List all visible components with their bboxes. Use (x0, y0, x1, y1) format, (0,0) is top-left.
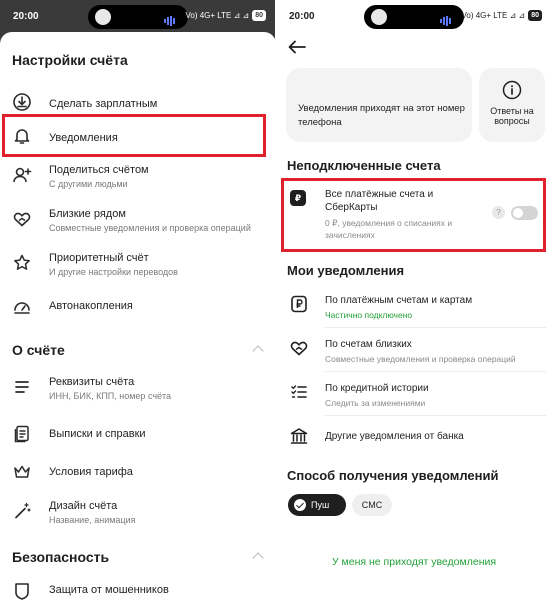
menu-item-label: Выписки и справки (49, 428, 146, 440)
magic-wand-icon (15, 502, 31, 519)
section-title-about: О счёте (12, 342, 65, 358)
menu-item-label: Автонакопления (49, 300, 133, 312)
menu-item-subtitle: ИНН, БИК, КПП, номер счёта (49, 391, 172, 401)
notifications-screen: 20:00 Vo) 4G+ LTE ⊿ ⊿ 80 Уведомления при… (276, 0, 552, 600)
status-time: 20:00 (13, 11, 39, 22)
notification-item-close-people[interactable]: По счетам близких Совместные уведомления… (276, 334, 552, 372)
row-separator (325, 415, 546, 416)
notification-label: По платёжным счетам и картам (325, 295, 473, 306)
menu-item-subtitle: Совместные уведомления и проверка операц… (49, 223, 251, 233)
method-push-label: Пуш (311, 500, 330, 510)
info-icon (502, 80, 522, 100)
crown-icon (14, 465, 30, 478)
notification-subtitle: Следить за изменениями (325, 398, 426, 408)
menu-item-subtitle: И другие настройки переводов (49, 267, 178, 277)
heart-hands-icon (290, 341, 308, 356)
row-separator (325, 327, 546, 328)
status-time: 20:00 (289, 11, 315, 22)
menu-item-label: Приоритетный счёт (49, 252, 149, 264)
method-sms-label: СМС (361, 500, 383, 510)
menu-item-label: Дизайн счёта (49, 500, 118, 512)
dynamic-island (364, 5, 464, 29)
notification-label: По кредитной истории (325, 383, 429, 394)
notification-item-credit-history[interactable]: По кредитной истории Следить за изменени… (276, 378, 552, 416)
menu-item-label: Сделать зарплатным (49, 98, 158, 110)
chevron-up-icon[interactable] (252, 345, 264, 357)
audio-wave-icon (164, 12, 178, 26)
camera-icon (95, 9, 111, 25)
heart-hands-icon (13, 212, 31, 227)
faq-card[interactable]: Ответы на вопросы (479, 68, 545, 142)
section-title-my-notifications: Мои уведомления (287, 263, 405, 278)
checklist-icon (291, 385, 307, 398)
star-badge-icon (14, 254, 30, 270)
chevron-up-icon[interactable] (252, 552, 264, 564)
system-indicators: Vo) 4G+ LTE ⊿ ⊿ 80 (461, 10, 542, 21)
add-person-icon (13, 167, 32, 183)
menu-item-label: Защита от мошенников (49, 584, 169, 596)
bank-icon (290, 428, 308, 444)
section-title-delivery-method: Способ получения уведомлений (287, 468, 499, 483)
menu-item-subtitle: С другими людьми (49, 179, 128, 189)
faq-label: Ответы на вопросы (490, 106, 534, 126)
notification-item-bank[interactable]: Другие уведомления от банка (276, 422, 552, 452)
section-title-unconnected: Неподключенные счета (287, 158, 441, 173)
phone-info-card: Уведомления приходят на этот номер телеф… (286, 68, 472, 142)
phone-info-text: Уведомления приходят на этот номер телеф… (298, 103, 465, 128)
menu-item-subtitle: Название, анимация (49, 515, 136, 525)
documents-icon (14, 425, 29, 443)
list-icon (15, 381, 29, 393)
status-bar: 20:00 Vo) 4G+ LTE ⊿ ⊿ 80 (276, 0, 552, 32)
salary-download-icon (13, 93, 31, 111)
back-arrow-icon[interactable] (286, 38, 308, 56)
ruble-card-icon (291, 295, 307, 313)
sheet-title: Настройки счёта (12, 52, 128, 68)
shield-icon (15, 583, 29, 600)
screenshot-pair: 20:00 Vo) 4G+ LTE ⊿ ⊿ 80 Настройки счёта… (0, 0, 552, 600)
notification-subtitle: Совместные уведомления и проверка операц… (325, 354, 516, 364)
network-indicator: Vo) 4G+ LTE ⊿ ⊿ (185, 11, 250, 20)
notification-label: По счетам близких (325, 339, 412, 350)
highlight-frame (2, 114, 266, 157)
menu-item-priority-account[interactable]: Приоритетный счёт И другие настройки пер… (0, 246, 276, 284)
highlight-frame (281, 178, 546, 252)
account-settings-screen: 20:00 Vo) 4G+ LTE ⊿ ⊿ 80 Настройки счёта… (0, 0, 276, 600)
menu-item-label: Реквизиты счёта (49, 376, 135, 388)
check-icon (294, 499, 306, 511)
menu-item-tariff[interactable]: Условия тарифа (0, 456, 276, 488)
menu-item-auto-savings[interactable]: Автонакопления (0, 290, 276, 322)
row-separator (325, 371, 546, 372)
method-push-chip[interactable]: Пуш (288, 494, 346, 516)
notification-status: Частично подключено (325, 310, 413, 320)
system-indicators: Vo) 4G+ LTE ⊿ ⊿ 80 (185, 10, 266, 21)
no-notifications-help-link[interactable]: У меня не приходят уведомления (276, 556, 552, 568)
menu-item-label: Поделиться счётом (49, 164, 149, 176)
menu-item-statements[interactable]: Выписки и справки (0, 418, 276, 450)
savings-gauge-icon (14, 302, 30, 314)
camera-icon (371, 9, 387, 25)
menu-item-share-account[interactable]: Поделиться счётом С другими людьми (0, 158, 276, 196)
menu-item-account-design[interactable]: Дизайн счёта Название, анимация (0, 494, 276, 532)
menu-item-label: Условия тарифа (49, 466, 133, 478)
menu-item-fraud-protection[interactable]: Защита от мошенников (0, 578, 276, 600)
dynamic-island (88, 5, 188, 29)
battery-indicator: 80 (528, 10, 542, 21)
settings-sheet: Настройки счёта Сделать зарплатным Уведо… (0, 32, 276, 600)
notification-item-cards[interactable]: По платёжным счетам и картам Частично по… (276, 290, 552, 328)
audio-wave-icon (440, 12, 454, 26)
section-title-security: Безопасность (12, 549, 110, 565)
status-bar: 20:00 Vo) 4G+ LTE ⊿ ⊿ 80 (0, 0, 276, 32)
battery-indicator: 80 (252, 10, 266, 21)
menu-item-close-people[interactable]: Близкие рядом Совместные уведомления и п… (0, 202, 276, 240)
notification-label: Другие уведомления от банка (325, 431, 464, 442)
method-sms-chip[interactable]: СМС (352, 494, 392, 516)
menu-item-label: Близкие рядом (49, 208, 126, 220)
network-indicator: Vo) 4G+ LTE ⊿ ⊿ (461, 11, 526, 20)
menu-item-requisites[interactable]: Реквизиты счёта ИНН, БИК, КПП, номер счё… (0, 370, 276, 408)
